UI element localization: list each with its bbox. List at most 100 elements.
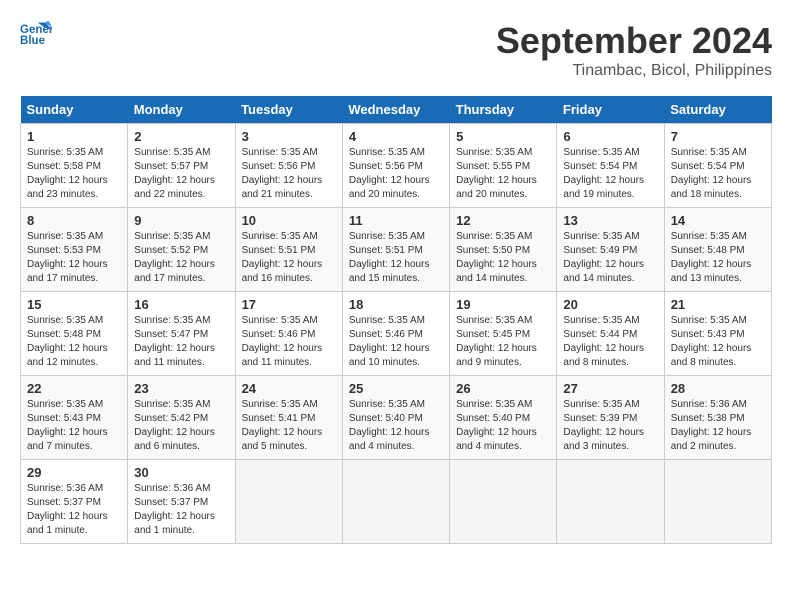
month-title: September 2024: [496, 20, 772, 62]
calendar-table: Sunday Monday Tuesday Wednesday Thursday…: [20, 96, 772, 544]
day-number: 5: [456, 129, 550, 144]
day-info: Sunrise: 5:35 AMSunset: 5:54 PMDaylight:…: [563, 146, 657, 202]
table-cell: 9 Sunrise: 5:35 AMSunset: 5:52 PMDaylight…: [128, 208, 235, 292]
col-monday: Monday: [128, 96, 235, 124]
calendar-week-5: 29 Sunrise: 5:36 AMSunset: 5:37 PMDayligh…: [21, 460, 772, 544]
day-info: Sunrise: 5:35 AMSunset: 5:55 PMDaylight:…: [456, 146, 550, 202]
day-info: Sunrise: 5:35 AMSunset: 5:45 PMDaylight:…: [456, 314, 550, 370]
day-info: Sunrise: 5:35 AMSunset: 5:51 PMDaylight:…: [349, 230, 443, 286]
table-cell: 30Sunrise: 5:36 AMSunset: 5:37 PMDayligh…: [128, 460, 235, 544]
day-info: Sunrise: 5:35 AMSunset: 5:39 PMDaylight:…: [563, 398, 657, 454]
logo-icon: General Blue: [20, 20, 52, 48]
table-cell: 29 Sunrise: 5:36 AMSunset: 5:37 PMDayligh…: [21, 460, 128, 544]
table-cell: 19Sunrise: 5:35 AMSunset: 5:45 PMDayligh…: [450, 292, 557, 376]
day-number: 28: [671, 381, 765, 396]
day-info: Sunrise: 5:35 AMSunset: 5:57 PMDaylight:…: [134, 146, 228, 202]
table-cell: 4 Sunrise: 5:35 AMSunset: 5:56 PMDaylight…: [342, 124, 449, 208]
col-saturday: Saturday: [664, 96, 771, 124]
day-number: 3: [242, 129, 336, 144]
day-number: 18: [349, 297, 443, 312]
day-number: 29: [27, 465, 121, 480]
col-thursday: Thursday: [450, 96, 557, 124]
table-cell: 8 Sunrise: 5:35 AMSunset: 5:53 PMDaylight…: [21, 208, 128, 292]
day-number: 6: [563, 129, 657, 144]
day-number: 4: [349, 129, 443, 144]
day-info: Sunrise: 5:35 AMSunset: 5:44 PMDaylight:…: [563, 314, 657, 370]
table-cell: 18Sunrise: 5:35 AMSunset: 5:46 PMDayligh…: [342, 292, 449, 376]
day-info: Sunrise: 5:35 AMSunset: 5:48 PMDaylight:…: [671, 230, 765, 286]
day-number: 16: [134, 297, 228, 312]
title-block: September 2024 Tinambac, Bicol, Philippi…: [496, 20, 772, 80]
location-text: Tinambac, Bicol, Philippines: [496, 62, 772, 80]
table-cell: 15 Sunrise: 5:35 AMSunset: 5:48 PMDayligh…: [21, 292, 128, 376]
logo: General Blue: [20, 20, 52, 48]
day-info: Sunrise: 5:35 AMSunset: 5:41 PMDaylight:…: [242, 398, 336, 454]
day-info: Sunrise: 5:35 AMSunset: 5:46 PMDaylight:…: [242, 314, 336, 370]
col-wednesday: Wednesday: [342, 96, 449, 124]
day-info: Sunrise: 5:35 AMSunset: 5:54 PMDaylight:…: [671, 146, 765, 202]
table-cell: 28 Sunrise: 5:36 AMSunset: 5:38 PMDayligh…: [664, 376, 771, 460]
table-cell: 5 Sunrise: 5:35 AMSunset: 5:55 PMDaylight…: [450, 124, 557, 208]
day-number: 20: [563, 297, 657, 312]
table-cell: 21Sunrise: 5:35 AMSunset: 5:43 PMDayligh…: [664, 292, 771, 376]
table-cell: 17 Sunrise: 5:35 AMSunset: 5:46 PMDayligh…: [235, 292, 342, 376]
day-number: 9: [134, 213, 228, 228]
day-info: Sunrise: 5:35 AMSunset: 5:47 PMDaylight:…: [134, 314, 228, 370]
table-cell: 24 Sunrise: 5:35 AMSunset: 5:41 PMDayligh…: [235, 376, 342, 460]
table-cell: 23Sunrise: 5:35 AMSunset: 5:42 PMDayligh…: [128, 376, 235, 460]
table-cell: 7 Sunrise: 5:35 AMSunset: 5:54 PMDaylight…: [664, 124, 771, 208]
day-number: 11: [349, 213, 443, 228]
table-cell: 6 Sunrise: 5:35 AMSunset: 5:54 PMDaylight…: [557, 124, 664, 208]
day-info: Sunrise: 5:36 AMSunset: 5:38 PMDaylight:…: [671, 398, 765, 454]
col-friday: Friday: [557, 96, 664, 124]
day-number: 24: [242, 381, 336, 396]
day-number: 15: [27, 297, 121, 312]
day-number: 26: [456, 381, 550, 396]
table-cell: 27Sunrise: 5:35 AMSunset: 5:39 PMDayligh…: [557, 376, 664, 460]
day-number: 13: [563, 213, 657, 228]
table-cell: 14 Sunrise: 5:35 AMSunset: 5:48 PMDayligh…: [664, 208, 771, 292]
day-info: Sunrise: 5:35 AMSunset: 5:52 PMDaylight:…: [134, 230, 228, 286]
table-cell: 25 Sunrise: 5:35 AMSunset: 5:40 PMDayligh…: [342, 376, 449, 460]
table-cell: 22Sunrise: 5:35 AMSunset: 5:43 PMDayligh…: [21, 376, 128, 460]
calendar-header-row: Sunday Monday Tuesday Wednesday Thursday…: [21, 96, 772, 124]
calendar-week-4: 22Sunrise: 5:35 AMSunset: 5:43 PMDayligh…: [21, 376, 772, 460]
table-cell: 2 Sunrise: 5:35 AMSunset: 5:57 PMDaylight…: [128, 124, 235, 208]
day-info: Sunrise: 5:35 AMSunset: 5:40 PMDaylight:…: [349, 398, 443, 454]
day-number: 22: [27, 381, 121, 396]
col-sunday: Sunday: [21, 96, 128, 124]
table-cell: [557, 460, 664, 544]
table-cell: 13 Sunrise: 5:35 AMSunset: 5:49 PMDayligh…: [557, 208, 664, 292]
col-tuesday: Tuesday: [235, 96, 342, 124]
day-info: Sunrise: 5:35 AMSunset: 5:56 PMDaylight:…: [242, 146, 336, 202]
table-cell: [235, 460, 342, 544]
day-info: Sunrise: 5:35 AMSunset: 5:58 PMDaylight:…: [27, 146, 121, 202]
day-number: 2: [134, 129, 228, 144]
table-cell: 1Sunrise: 5:35 AMSunset: 5:58 PMDaylight…: [21, 124, 128, 208]
day-info: Sunrise: 5:35 AMSunset: 5:51 PMDaylight:…: [242, 230, 336, 286]
day-number: 17: [242, 297, 336, 312]
calendar-week-3: 15 Sunrise: 5:35 AMSunset: 5:48 PMDayligh…: [21, 292, 772, 376]
table-cell: [450, 460, 557, 544]
day-number: 7: [671, 129, 765, 144]
day-info: Sunrise: 5:35 AMSunset: 5:53 PMDaylight:…: [27, 230, 121, 286]
day-info: Sunrise: 5:35 AMSunset: 5:56 PMDaylight:…: [349, 146, 443, 202]
table-cell: 16 Sunrise: 5:35 AMSunset: 5:47 PMDayligh…: [128, 292, 235, 376]
calendar-week-2: 8 Sunrise: 5:35 AMSunset: 5:53 PMDaylight…: [21, 208, 772, 292]
day-number: 14: [671, 213, 765, 228]
day-number: 23: [134, 381, 228, 396]
table-cell: 26Sunrise: 5:35 AMSunset: 5:40 PMDayligh…: [450, 376, 557, 460]
day-number: 8: [27, 213, 121, 228]
day-info: Sunrise: 5:35 AMSunset: 5:50 PMDaylight:…: [456, 230, 550, 286]
day-number: 30: [134, 465, 228, 480]
table-cell: 12Sunrise: 5:35 AMSunset: 5:50 PMDayligh…: [450, 208, 557, 292]
table-cell: 10Sunrise: 5:35 AMSunset: 5:51 PMDayligh…: [235, 208, 342, 292]
day-number: 21: [671, 297, 765, 312]
table-cell: 20 Sunrise: 5:35 AMSunset: 5:44 PMDayligh…: [557, 292, 664, 376]
table-cell: [664, 460, 771, 544]
day-info: Sunrise: 5:35 AMSunset: 5:49 PMDaylight:…: [563, 230, 657, 286]
page-header: General Blue September 2024 Tinambac, Bi…: [20, 20, 772, 80]
day-info: Sunrise: 5:35 AMSunset: 5:48 PMDaylight:…: [27, 314, 121, 370]
day-info: Sunrise: 5:36 AMSunset: 5:37 PMDaylight:…: [27, 482, 121, 538]
day-number: 25: [349, 381, 443, 396]
